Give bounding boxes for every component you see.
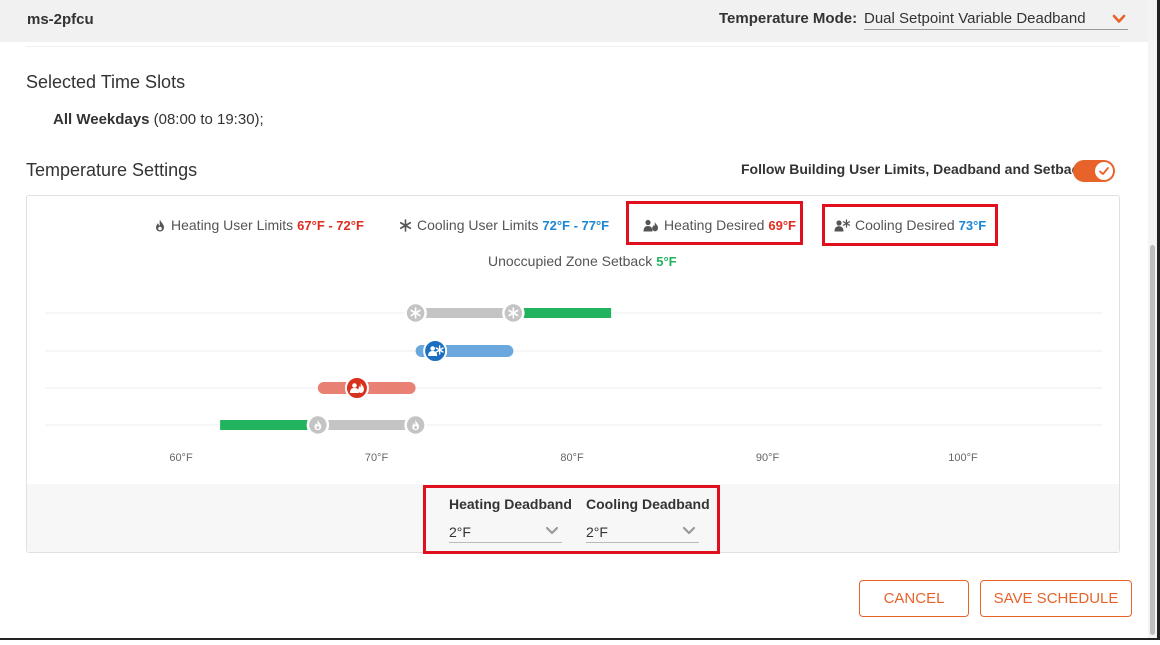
temperature-settings-title: Temperature Settings [26, 160, 198, 180]
unoccupied-zone-setback: Unoccupied Zone Setback 5°F [488, 253, 677, 269]
selected-time-slots-title: Selected Time Slots [26, 72, 186, 92]
legend-heating-user-limits: Heating User Limits 67°F - 72°F [154, 217, 364, 233]
x-tick-label: 70°F [364, 452, 389, 464]
cancel-button[interactable]: CANCEL [859, 580, 969, 617]
check-icon [1099, 167, 1109, 175]
follow-building-limits-label: Follow Building User Limits, Deadband an… [741, 161, 1088, 177]
setback-value: 5°F [656, 254, 677, 269]
cooling-user-limits-label: Cooling User Limits [417, 217, 539, 233]
scrollbar-thumb[interactable] [1150, 245, 1155, 635]
device-name: ms-2pfcu [27, 11, 94, 28]
heating-user-limits-value: 67°F - 72°F [297, 217, 364, 233]
cooling-deadband-label: Cooling Deadband [586, 496, 710, 512]
save-schedule-button[interactable]: SAVE SCHEDULE [980, 580, 1132, 617]
time-slot-entry: All Weekdays (08:00 to 19:30); [53, 111, 264, 128]
toggle-knob [1095, 162, 1113, 180]
heating-deadband-value: 2°F [449, 524, 471, 540]
x-tick-label: 60°F [169, 452, 193, 464]
flame-icon [156, 219, 164, 231]
temperature-mode-label: Temperature Mode: [719, 10, 858, 27]
x-tick-label: 80°F [560, 452, 584, 464]
heating-deadband-select[interactable]: 2°F [449, 521, 562, 543]
x-tick-label: 100°F [948, 452, 978, 464]
cooling-deadband-value: 2°F [586, 524, 608, 540]
chevron-down-icon [1112, 14, 1126, 23]
cooling-deadband-select[interactable]: 2°F [586, 521, 699, 543]
cooling-desired-handle[interactable] [423, 339, 448, 363]
highlight-heating-desired [626, 201, 803, 245]
heating-deadband-label: Heating Deadband [449, 496, 572, 512]
time-slot-range: (08:00 to 19:30); [149, 111, 264, 128]
chevron-down-icon [683, 527, 695, 535]
setback-label: Unoccupied Zone Setback [488, 253, 653, 269]
heating-user-limits-label: Heating User Limits [171, 217, 294, 233]
cooling-limit-handle[interactable] [404, 301, 427, 325]
window-border-bottom [0, 638, 1160, 640]
cooling-user-limits-value: 72°F - 77°F [542, 217, 610, 233]
header-bar: ms-2pfcu Temperature Mode: Dual Setpoint… [0, 0, 1148, 42]
cooling-deadband-group: Cooling Deadband 2°F [586, 496, 710, 543]
follow-building-limits-toggle[interactable] [1073, 160, 1115, 182]
heating-deadband-group: Heating Deadband 2°F [449, 496, 572, 543]
highlight-cooling-desired [822, 204, 998, 246]
heating-limit-handle[interactable] [404, 413, 427, 437]
heating-limit-handle[interactable] [306, 413, 330, 437]
time-slot-day: All Weekdays [53, 111, 150, 128]
heating-desired-handle[interactable] [344, 376, 369, 400]
legend-cooling-user-limits: Cooling User Limits 72°F - 77°F [399, 217, 609, 233]
x-tick-label: 90°F [755, 452, 780, 464]
snowflake-icon [399, 218, 412, 232]
temperature-mode-value: Dual Setpoint Variable Deadband [864, 10, 1086, 27]
chevron-down-icon [546, 527, 558, 535]
header-divider [26, 46, 1120, 47]
cooling-limit-handle[interactable] [502, 301, 525, 325]
temperature-mode-select[interactable]: Dual Setpoint Variable Deadband [864, 8, 1128, 30]
